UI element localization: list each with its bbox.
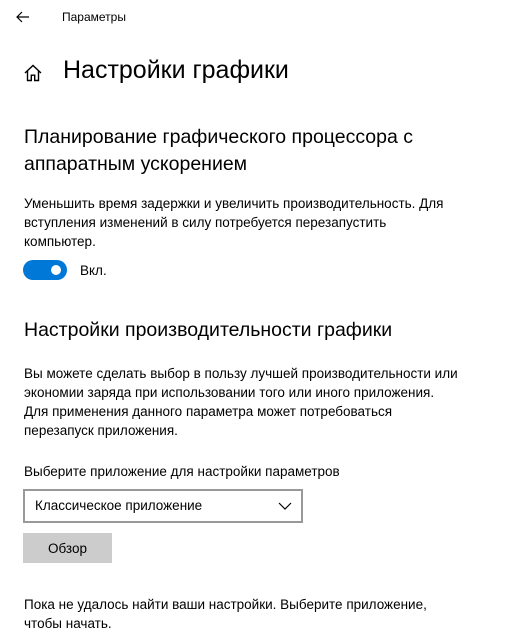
browse-button[interactable]: Обзор: [23, 533, 112, 563]
performance-description-line-4: перезапуск приложения.: [24, 423, 178, 438]
gpu-scheduling-description-line-3: компьютер.: [24, 234, 96, 249]
app-type-select-value: Классическое приложение: [35, 498, 203, 513]
back-button[interactable]: [8, 4, 38, 30]
toggle-state-label: Вкл.: [80, 263, 107, 278]
performance-description-line-3: Для применения данного параметра может п…: [24, 404, 393, 419]
no-settings-message-line-1: Пока не удалось найти ваши настройки. Вы…: [24, 597, 427, 612]
chevron-down-icon: [278, 502, 292, 510]
gpu-scheduling-description-line-1: Уменьшить время задержки и увеличить про…: [24, 196, 444, 211]
toggle-knob: [51, 265, 61, 275]
gpu-scheduling-description-line-2: вступления изменений в силу потребуется …: [24, 215, 387, 230]
arrow-left-icon: [16, 11, 29, 23]
page-title: Настройки графики: [63, 56, 289, 84]
gpu-scheduling-title-line-1: Планирование графического процессора с: [24, 126, 414, 148]
performance-section-title: Настройки производительности графики: [24, 319, 393, 341]
title-bar: Параметры: [0, 0, 505, 34]
performance-description-line-2: экономии заряда при использовании того и…: [24, 385, 435, 400]
app-select-label: Выберите приложение для настройки параме…: [24, 464, 340, 479]
settings-page: Параметры Настройки графики Планирование…: [0, 0, 505, 641]
window-title: Параметры: [62, 10, 126, 24]
app-type-select[interactable]: Классическое приложение: [23, 489, 303, 523]
gpu-scheduling-toggle[interactable]: [23, 260, 67, 280]
gpu-scheduling-title-line-2: аппаратным ускорением: [24, 153, 248, 175]
performance-description-line-1: Вы можете сделать выбор в пользу лучшей …: [24, 366, 458, 381]
home-icon: [24, 64, 42, 82]
no-settings-message-line-2: чтобы начать.: [24, 616, 112, 631]
